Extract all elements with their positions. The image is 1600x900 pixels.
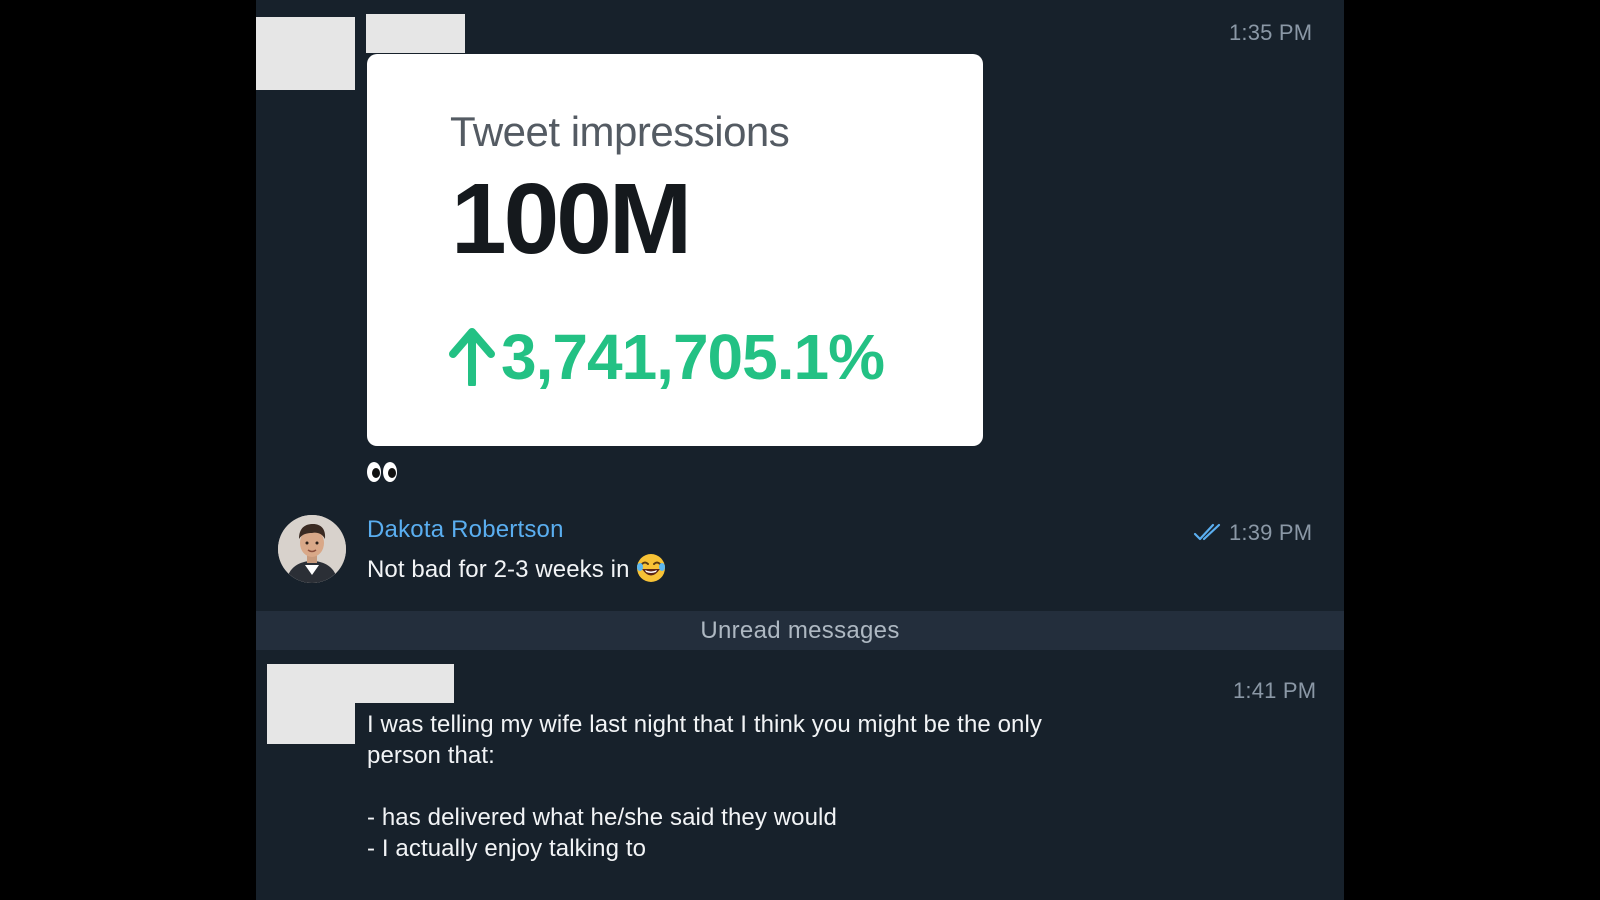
image-change-percent: 3,741,705.1% (501, 321, 885, 393)
redacted-sender-name (354, 664, 454, 703)
message-line: - I actually enjoy talking to (367, 835, 647, 862)
message-line: - has delivered what he/she said they wo… (367, 804, 837, 831)
message-line: person that: (367, 742, 495, 769)
redacted-sender-name (366, 14, 465, 53)
image-title: Tweet impressions (450, 108, 790, 155)
arrow-up-icon (449, 328, 495, 386)
unread-messages-divider: Unread messages (256, 611, 1344, 650)
sender-name[interactable]: Dakota Robertson (367, 516, 564, 544)
face-with-tears-of-joy-icon (636, 554, 665, 582)
image-impressions-value: 100M (451, 163, 692, 275)
message-image-tweet-impressions[interactable]: Tweet impressions 100M 3,741,705.1% (367, 54, 983, 446)
message-line (367, 771, 1042, 802)
chat-panel: 1:35 PM Tweet impressions 100M 3,741,705… (256, 0, 1344, 900)
message-text-content: Not bad for 2-3 weeks in (367, 556, 630, 583)
profile-photo-icon (278, 515, 346, 583)
message-text: Not bad for 2-3 weeks in (367, 553, 666, 585)
redacted-avatar (267, 664, 355, 744)
eyes-emoji-icon (367, 462, 397, 482)
message-text: I was telling my wife last night that I … (367, 709, 1042, 864)
message-timestamp: 1:41 PM (1233, 678, 1317, 703)
message-line: I was telling my wife last night that I … (367, 711, 1043, 738)
message-timestamp: 1:35 PM (1229, 20, 1313, 45)
image-change-row: 3,741,705.1% (449, 321, 885, 393)
double-check-icon (1193, 523, 1221, 541)
redacted-avatar (256, 17, 355, 90)
message-timestamp: 1:39 PM (1229, 520, 1313, 545)
avatar[interactable] (278, 515, 346, 583)
